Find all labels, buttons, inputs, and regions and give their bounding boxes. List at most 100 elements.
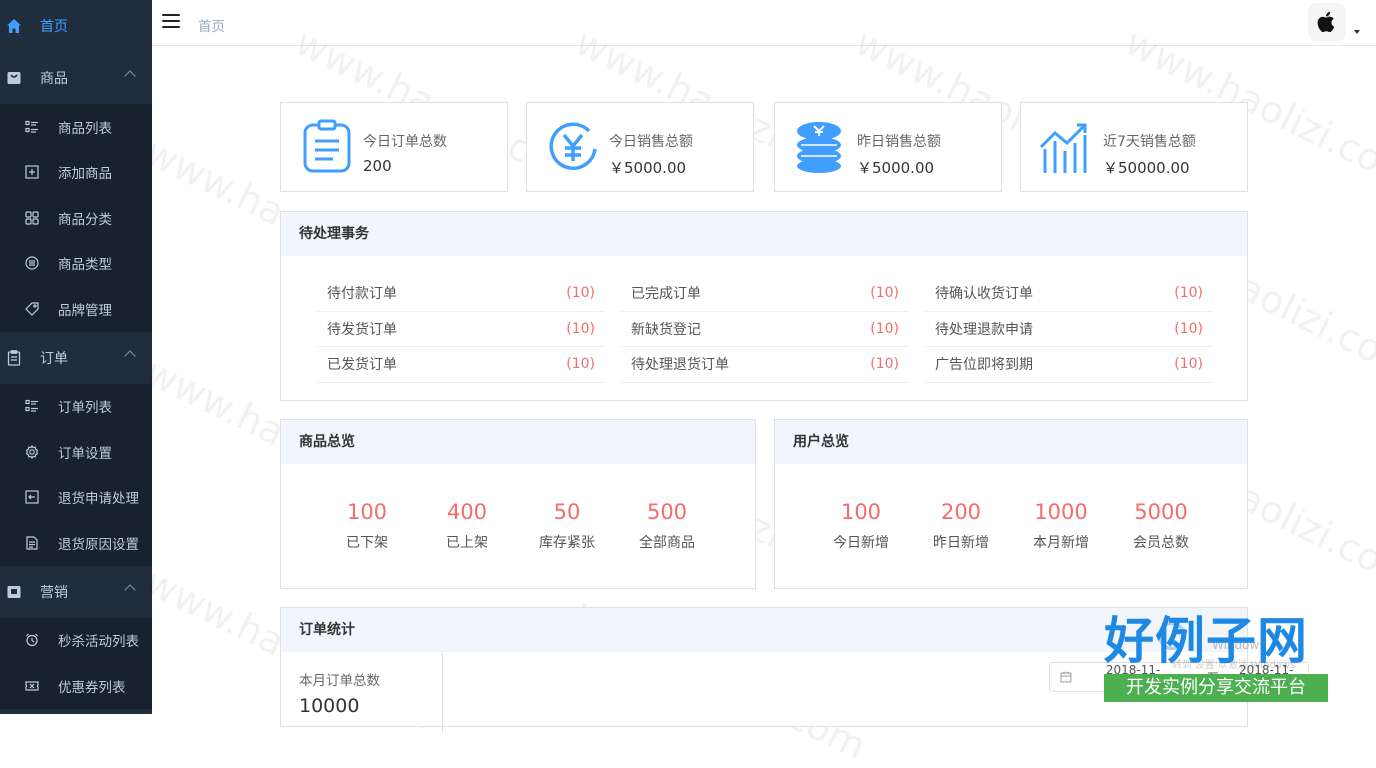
overview-item: 1000 本月新增 <box>1011 500 1111 552</box>
overview-number: 50 <box>553 500 581 524</box>
overview-number: 5000 <box>1134 500 1188 524</box>
sidebar-group-marketing[interactable]: 营销 <box>0 565 152 618</box>
todo-item[interactable]: 待处理退款申请 (10) <box>925 312 1213 347</box>
todo-column: 待付款订单 (10) 待发货订单 (10) 已发货订单 (10) <box>317 276 605 383</box>
sidebar-item-order-settings[interactable]: 订单设置 <box>0 429 152 475</box>
sidebar-item-brand[interactable]: 品牌管理 <box>0 286 152 332</box>
todo-item[interactable]: 已完成订单 (10) <box>621 276 909 312</box>
coins-stack-icon <box>797 122 841 173</box>
todo-count: (10) <box>566 356 595 373</box>
tag-icon <box>24 301 40 317</box>
coupon-icon <box>24 678 40 694</box>
circle-lines-icon <box>24 255 40 271</box>
sidebar-item-label: 优惠券列表 <box>58 679 126 696</box>
sidebar-item-label: 退货申请处理 <box>58 491 139 508</box>
sidebar-group-orders[interactable]: 订单 <box>0 331 152 384</box>
document-icon <box>24 535 40 551</box>
sidebar-item-product-type[interactable]: 商品类型 <box>0 240 152 286</box>
todo-count: (10) <box>870 356 899 373</box>
sidebar-item-coupons[interactable]: 优惠券列表 <box>0 663 152 709</box>
sidebar-item-product-list[interactable]: 商品列表 <box>0 104 152 150</box>
hamburger-menu-icon[interactable] <box>162 14 180 30</box>
stat-title: 昨日销售总额 <box>857 134 941 150</box>
sidebar-item-label: 商品类型 <box>58 257 112 274</box>
overview-label: 已下架 <box>346 535 388 551</box>
chevron-up-icon <box>124 583 136 596</box>
return-icon <box>24 489 40 505</box>
order-clipboard-icon <box>303 119 351 173</box>
overview-label: 本月新增 <box>1033 535 1089 551</box>
caret-down-icon[interactable] <box>1354 30 1360 34</box>
todo-label: 新缺货登记 <box>631 321 701 338</box>
todo-label: 待处理退款申请 <box>935 321 1033 338</box>
overview-label: 会员总数 <box>1133 535 1189 551</box>
todo-item[interactable]: 待发货订单 (10) <box>317 312 605 347</box>
chevron-up-icon <box>124 349 136 362</box>
sidebar-item-return-requests[interactable]: 退货申请处理 <box>0 474 152 520</box>
home-icon <box>6 18 22 34</box>
panel-title: 待处理事务 <box>281 212 1247 256</box>
top-navbar: 首页 <box>152 0 1376 46</box>
wallet-icon <box>6 584 22 600</box>
sidebar-item-product-category[interactable]: 商品分类 <box>0 195 152 241</box>
todo-count: (10) <box>1174 356 1203 373</box>
order-stats-panel: 订单统计 本月订单总数 10000 2018-11-01 至 2018-11-0… <box>280 607 1309 733</box>
grid-icon <box>24 210 40 226</box>
todo-label: 待处理退货订单 <box>631 357 729 374</box>
breadcrumb[interactable]: 首页 <box>198 15 225 35</box>
todo-item[interactable]: 新缺货登记 (10) <box>621 312 909 347</box>
yen-circle-icon <box>549 122 597 170</box>
calendar-icon <box>1060 671 1072 683</box>
user-overview-panel: 用户总览 100 今日新增 200 昨日新增 1000 本月新增 5000 会员总数 <box>774 419 1248 589</box>
logo-main-text: 好例子网 <box>1104 612 1308 670</box>
sidebar-group-label: 营销 <box>40 584 68 601</box>
sidebar-group-label: 商品 <box>40 71 68 87</box>
chevron-up-icon <box>124 70 136 82</box>
overview-item: 5000 会员总数 <box>1111 500 1211 552</box>
avatar[interactable] <box>1308 3 1346 41</box>
overview-item: 100 今日新增 <box>811 500 911 552</box>
sidebar-item-home[interactable]: 首页 <box>0 0 152 52</box>
sidebar-item-label: 退货原因设置 <box>58 536 139 553</box>
todo-item[interactable]: 广告位即将到期 (10) <box>925 347 1213 383</box>
sidebar-group-products[interactable]: 商品 <box>0 52 152 104</box>
sidebar-item-label: 品牌管理 <box>58 302 112 319</box>
sidebar-item-add-product[interactable]: 添加商品 <box>0 149 152 195</box>
sidebar-item-label: 商品列表 <box>58 120 112 137</box>
todo-count: (10) <box>870 320 899 337</box>
sidebar-item-label: 商品分类 <box>58 211 112 228</box>
panel-title: 用户总览 <box>775 420 1247 464</box>
stat-title: 近7天销售总额 <box>1103 134 1196 150</box>
overview-label: 全部商品 <box>639 535 695 551</box>
product-overview-panel: 商品总览 100 已下架 400 已上架 50 库存紧张 500 全部商品 <box>280 419 756 589</box>
sidebar-item-label: 添加商品 <box>58 166 112 183</box>
todo-count: (10) <box>870 285 899 302</box>
sidebar-item-return-reasons[interactable]: 退货原因设置 <box>0 520 152 566</box>
list-icon <box>24 119 40 135</box>
month-orders-label: 本月订单总数 <box>299 673 380 689</box>
todo-label: 待发货订单 <box>327 321 397 338</box>
overview-item: 200 昨日新增 <box>911 500 1011 552</box>
sidebar-item-order-list[interactable]: 订单列表 <box>0 383 152 429</box>
todo-item[interactable]: 待确认收货订单 (10) <box>925 276 1213 312</box>
todo-panel: 待处理事务 待付款订单 (10) 待发货订单 (10) 已发货订单 (10) 已完成订… <box>280 211 1248 401</box>
todo-column: 已完成订单 (10) 新缺货登记 (10) 待处理退货订单 (10) <box>621 276 909 383</box>
gear-icon <box>24 444 40 460</box>
trend-chart-icon <box>1039 123 1087 173</box>
todo-item[interactable]: 待付款订单 (10) <box>317 276 605 312</box>
panel-title: 商品总览 <box>281 420 755 464</box>
todo-count: (10) <box>566 320 595 337</box>
stat-value: ￥50000.00 <box>1103 159 1190 177</box>
todo-label: 待确认收货订单 <box>935 286 1033 303</box>
sidebar-group-label: 订单 <box>40 350 68 367</box>
todo-item[interactable]: 已发货订单 (10) <box>317 347 605 383</box>
stat-value: 200 <box>363 157 392 175</box>
sidebar-item-flash-sale[interactable]: 秒杀活动列表 <box>0 617 152 663</box>
todo-item[interactable]: 待处理退货订单 (10) <box>621 347 909 383</box>
bag-icon <box>6 70 22 86</box>
overview-item: 100 已下架 <box>317 500 417 552</box>
overview-label: 昨日新增 <box>933 535 989 551</box>
overview-label: 已上架 <box>446 535 488 551</box>
stat-title: 今日销售总额 <box>609 134 693 150</box>
overview-label: 库存紧张 <box>539 535 595 551</box>
